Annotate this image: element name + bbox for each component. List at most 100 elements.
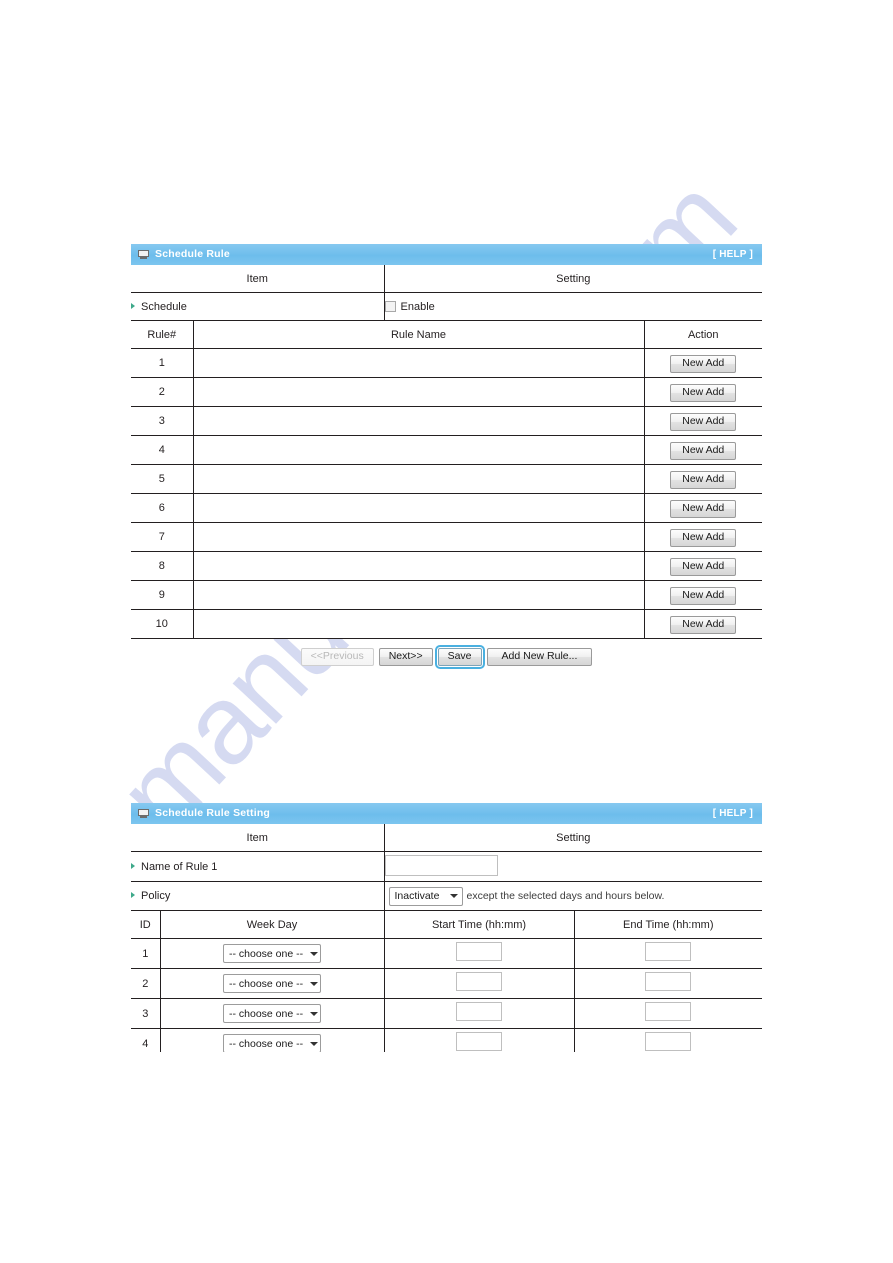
table-row: 2 -- choose one -- bbox=[131, 968, 762, 999]
start-time-input[interactable] bbox=[456, 941, 502, 961]
week-day-select[interactable]: -- choose one -- bbox=[223, 974, 321, 994]
new-add-button[interactable]: New Add bbox=[670, 413, 737, 431]
schedule-rule-item-table: Item Setting Schedule Enable bbox=[131, 265, 762, 321]
schedule-enable-label: Enable bbox=[400, 300, 435, 313]
schedule-rule-setting-panel: Schedule Rule Setting [ HELP ] Item Sett… bbox=[131, 803, 762, 1052]
end-time-input[interactable] bbox=[645, 971, 692, 991]
start-time-cell bbox=[384, 938, 575, 969]
new-add-button[interactable]: New Add bbox=[670, 442, 737, 460]
end-time-input[interactable] bbox=[645, 1001, 692, 1021]
rule-action-cell: New Add bbox=[644, 406, 762, 436]
schedule-label-cell: Schedule bbox=[131, 292, 385, 321]
schedule-row: Schedule Enable bbox=[131, 292, 762, 321]
name-of-rule-row: Name of Rule 1 bbox=[131, 851, 762, 882]
policy-value-cell: Inactivate except the selected days and … bbox=[384, 881, 762, 911]
table-row: 8 New Add bbox=[131, 551, 762, 581]
schedule-rule-list-table: Rule# Rule Name Action 1 New Add 2 New A… bbox=[131, 321, 762, 639]
table-header-row: Item Setting bbox=[131, 265, 762, 293]
end-time-input[interactable] bbox=[645, 941, 692, 961]
table-row: 1 New Add bbox=[131, 348, 762, 378]
bullet-icon bbox=[131, 302, 135, 309]
column-header-rule-num: Rule# bbox=[131, 321, 194, 349]
week-day-cell: -- choose one -- bbox=[160, 1028, 385, 1052]
new-add-button[interactable]: New Add bbox=[670, 355, 737, 373]
rule-action-cell: New Add bbox=[644, 522, 762, 552]
rule-name-cell bbox=[193, 580, 645, 610]
time-row-id: 3 bbox=[131, 998, 161, 1029]
week-day-cell: -- choose one -- bbox=[160, 938, 385, 969]
schedule-time-table: ID Week Day Start Time (hh:mm) End Time … bbox=[131, 911, 762, 1052]
new-add-button[interactable]: New Add bbox=[670, 529, 737, 547]
schedule-enable-checkbox[interactable] bbox=[384, 300, 396, 312]
help-link[interactable]: [ HELP ] bbox=[713, 249, 753, 260]
rule-number: 9 bbox=[131, 580, 194, 610]
rule-number: 6 bbox=[131, 493, 194, 523]
schedule-label: Schedule bbox=[141, 300, 187, 313]
chevron-down-icon bbox=[449, 894, 458, 898]
save-button[interactable]: Save bbox=[434, 645, 485, 669]
previous-button[interactable]: <<Previous bbox=[300, 648, 374, 666]
week-day-select[interactable]: -- choose one -- bbox=[223, 944, 321, 964]
week-day-select[interactable]: -- choose one -- bbox=[223, 1034, 321, 1052]
week-day-select-value: -- choose one -- bbox=[229, 1037, 304, 1050]
week-day-cell: -- choose one -- bbox=[160, 998, 385, 1029]
table-header-row: Item Setting bbox=[131, 824, 762, 852]
schedule-rule-panel: Schedule Rule [ HELP ] Item Setting Sche… bbox=[131, 244, 762, 669]
schedule-rule-setting-item-table: Item Setting Name of Rule 1 Policy Inact… bbox=[131, 824, 762, 911]
start-time-cell bbox=[384, 968, 575, 999]
schedule-rule-panel-header: Schedule Rule [ HELP ] bbox=[131, 244, 762, 265]
new-add-button[interactable]: New Add bbox=[670, 471, 737, 489]
new-add-button[interactable]: New Add bbox=[670, 587, 737, 605]
table-row: 3 -- choose one -- bbox=[131, 998, 762, 1029]
schedule-rule-button-row: <<Previous Next>> Save Add New Rule... bbox=[131, 639, 762, 669]
column-header-item: Item bbox=[131, 824, 385, 852]
next-button[interactable]: Next>> bbox=[378, 648, 433, 666]
table-row: 5 New Add bbox=[131, 464, 762, 494]
rule-name-cell bbox=[193, 406, 645, 436]
table-row: 7 New Add bbox=[131, 522, 762, 552]
monitor-icon bbox=[138, 809, 149, 818]
week-day-select-value: -- choose one -- bbox=[229, 977, 304, 990]
chevron-down-icon bbox=[310, 951, 319, 956]
end-time-cell bbox=[574, 968, 762, 999]
week-day-select[interactable]: -- choose one -- bbox=[223, 1004, 321, 1024]
new-add-button[interactable]: New Add bbox=[670, 500, 737, 518]
rule-action-cell: New Add bbox=[644, 464, 762, 494]
rule-action-cell: New Add bbox=[644, 493, 762, 523]
time-row-id: 2 bbox=[131, 968, 161, 999]
schedule-rule-setting-panel-header: Schedule Rule Setting [ HELP ] bbox=[131, 803, 762, 824]
table-row: 3 New Add bbox=[131, 406, 762, 436]
table-row: 4 -- choose one -- bbox=[131, 1028, 762, 1052]
column-header-week-day: Week Day bbox=[160, 911, 385, 939]
policy-select-value: Inactivate bbox=[394, 890, 440, 902]
rule-action-cell: New Add bbox=[644, 609, 762, 639]
policy-select[interactable]: Inactivate bbox=[388, 886, 463, 906]
rule-name-cell bbox=[193, 493, 645, 523]
start-time-input[interactable] bbox=[456, 1001, 502, 1021]
name-of-rule-value-cell bbox=[384, 851, 762, 882]
new-add-button[interactable]: New Add bbox=[670, 384, 737, 402]
new-add-button[interactable]: New Add bbox=[670, 616, 737, 634]
schedule-enable-cell: Enable bbox=[384, 292, 762, 321]
start-time-input[interactable] bbox=[456, 971, 502, 991]
add-new-rule-button[interactable]: Add New Rule... bbox=[486, 648, 593, 666]
end-time-cell bbox=[574, 998, 762, 1029]
table-row: 1 -- choose one -- bbox=[131, 938, 762, 969]
new-add-button[interactable]: New Add bbox=[670, 558, 737, 576]
end-time-cell bbox=[574, 938, 762, 969]
start-time-input[interactable] bbox=[456, 1031, 502, 1051]
table-row: 2 New Add bbox=[131, 377, 762, 407]
chevron-down-icon bbox=[310, 981, 319, 986]
rule-number: 2 bbox=[131, 377, 194, 407]
end-time-input[interactable] bbox=[645, 1031, 692, 1051]
table-row: 6 New Add bbox=[131, 493, 762, 523]
chevron-down-icon bbox=[310, 1041, 319, 1046]
rule-name-cell bbox=[193, 464, 645, 494]
time-row-id: 4 bbox=[131, 1028, 161, 1052]
rule-name-input[interactable] bbox=[384, 854, 498, 876]
name-of-rule-label: Name of Rule 1 bbox=[141, 860, 218, 873]
column-header-setting: Setting bbox=[384, 265, 762, 293]
rule-action-cell: New Add bbox=[644, 551, 762, 581]
help-link[interactable]: [ HELP ] bbox=[713, 808, 753, 819]
rule-number: 3 bbox=[131, 406, 194, 436]
